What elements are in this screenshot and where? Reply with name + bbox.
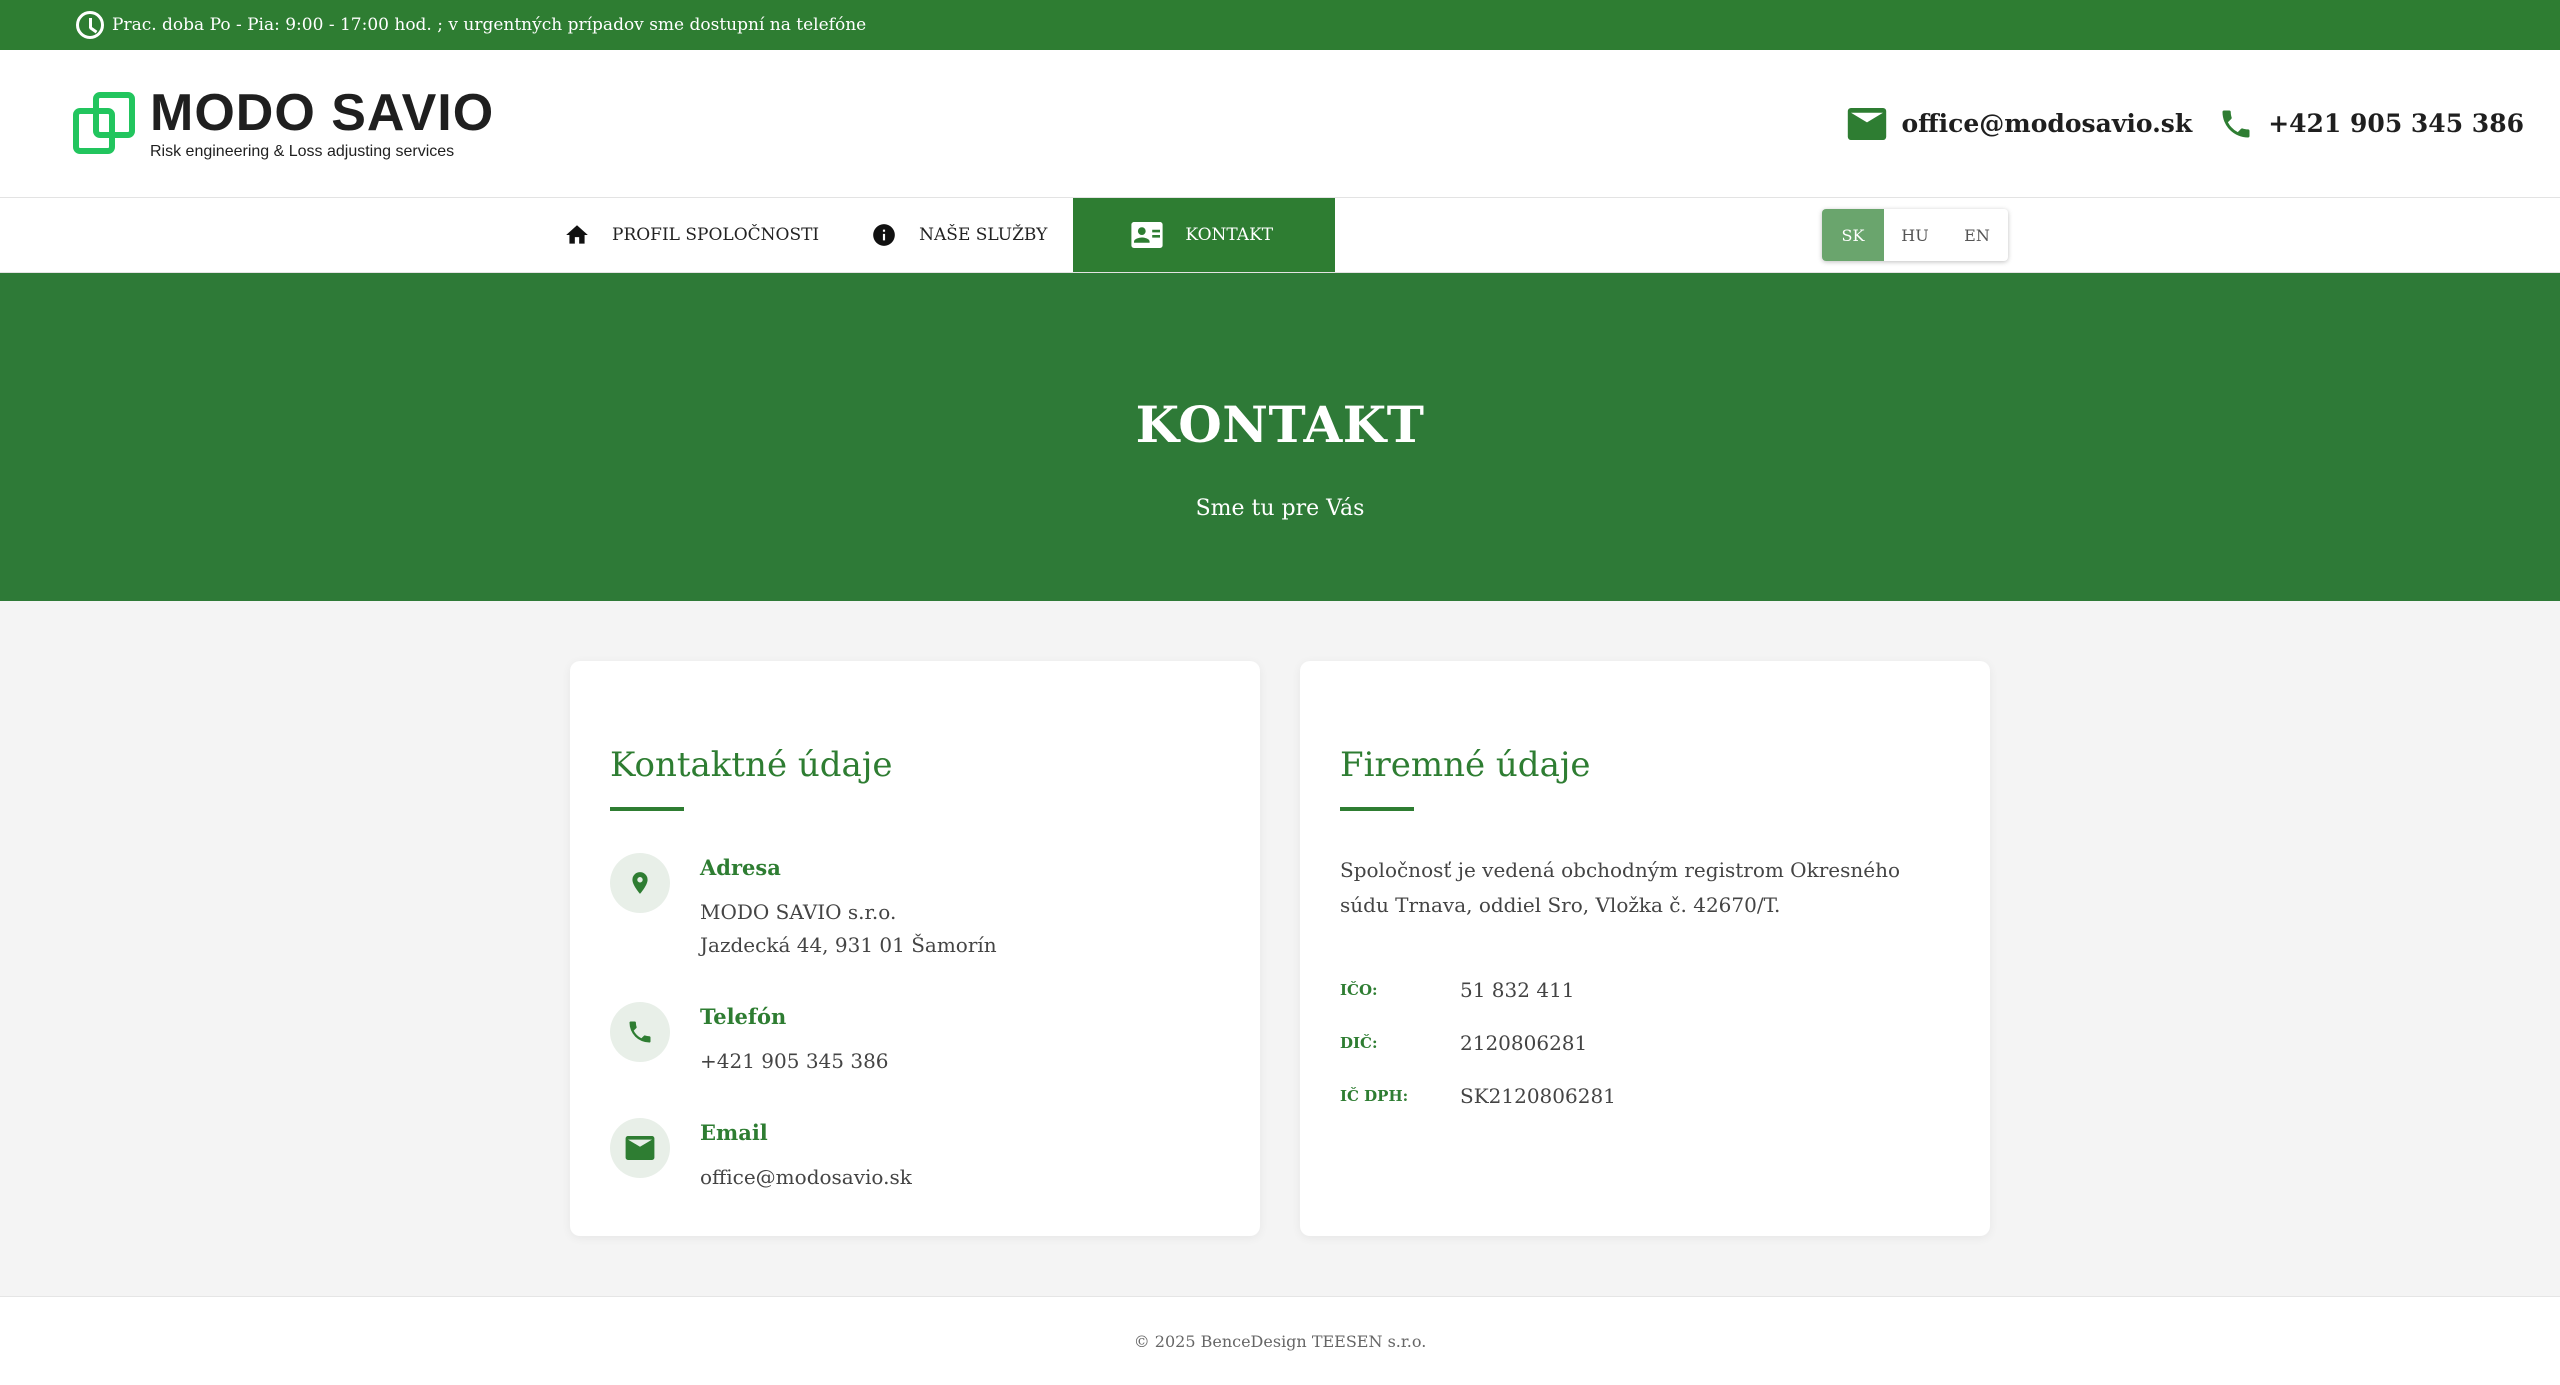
header-email-link[interactable]: office@modosavio.sk: [1847, 107, 2193, 140]
address-label: Adresa: [700, 855, 781, 880]
brand-name: MODO SAVIO: [150, 83, 495, 142]
clock-icon: [76, 11, 104, 39]
brand-logo[interactable]: MODO SAVIO Risk engineering & Loss adjus…: [72, 87, 494, 161]
company-details-card: Firemné údaje Spoločnosť je vedená obcho…: [1300, 661, 1990, 1236]
lang-sk-button[interactable]: SK: [1822, 209, 1884, 261]
nav-item-label: KONTAKT: [1185, 225, 1274, 245]
lang-hu-button[interactable]: HU: [1884, 209, 1946, 261]
top-info-bar: Prac. doba Po - Pia: 9:00 - 17:00 hod. ;…: [0, 0, 2560, 50]
main-navigation: PROFIL SPOLOČNOSTI NAŠE SLUŽBY KONTAKT S…: [0, 198, 2560, 273]
header-phone-link[interactable]: +421 905 345 386: [2218, 106, 2524, 142]
company-info-row: IČ DPH: SK2120806281: [1340, 1069, 1950, 1122]
info-key: IČO:: [1340, 980, 1378, 999]
info-value: 2120806281: [1460, 1030, 1588, 1055]
nav-item-label: NAŠE SLUŽBY: [919, 225, 1048, 245]
company-info-row: IČO: 51 832 411: [1340, 963, 1950, 1016]
mail-icon: [625, 1136, 655, 1160]
location-pin-icon: [632, 872, 648, 894]
site-footer: © 2025 BenceDesign TEESEN s.r.o.: [0, 1296, 2560, 1385]
address-line-1: MODO SAVIO s.r.o.: [700, 900, 897, 924]
lang-en-button[interactable]: EN: [1946, 209, 2008, 261]
copyright-text: © 2025 BenceDesign TEESEN s.r.o.: [1133, 1331, 1427, 1351]
info-icon: [873, 224, 895, 246]
phone-row: Telefón +421 905 345 386: [610, 1002, 1220, 1078]
page-title: KONTAKT: [1135, 395, 1425, 454]
email-row: Email office@modosavio.sk: [610, 1118, 1220, 1194]
header-phone: +421 905 345 386: [2268, 109, 2524, 138]
phone-label: Telefón: [700, 1004, 787, 1029]
mail-icon: [1848, 107, 1887, 140]
nav-item-sluzby[interactable]: NAŠE SLUŽBY: [845, 198, 1073, 272]
title-underline: [1340, 807, 1414, 811]
contact-details-card: Kontaktné údaje Adresa MODO SAVIO s.r.o.…: [570, 661, 1260, 1236]
nav-item-profil[interactable]: PROFIL SPOLOČNOSTI: [538, 198, 845, 272]
card-title: Firemné údaje: [1340, 745, 1591, 785]
email-value[interactable]: office@modosavio.sk: [700, 1161, 912, 1194]
company-description: Spoločnosť je vedená obchodným registrom…: [1340, 858, 1900, 917]
logo-mark-icon: [73, 91, 135, 154]
email-label: Email: [700, 1120, 768, 1145]
brand-tagline: Risk engineering & Loss adjusting servic…: [150, 142, 455, 160]
nav-item-kontakt[interactable]: KONTAKT: [1073, 198, 1336, 272]
contact-card-icon: [1131, 222, 1163, 248]
page-hero: KONTAKT Sme tu pre Vás: [0, 273, 2560, 601]
info-value: 51 832 411: [1460, 977, 1575, 1002]
company-info-row: DIČ: 2120806281: [1340, 1016, 1950, 1069]
page-subtitle: Sme tu pre Vás: [1195, 496, 1365, 521]
address-line-2: Jazdecká 44, 931 01 Šamorín: [700, 933, 997, 957]
info-value: SK2120806281: [1460, 1083, 1616, 1108]
nav-item-label: PROFIL SPOLOČNOSTI: [612, 225, 820, 245]
address-row: Adresa MODO SAVIO s.r.o. Jazdecká 44, 93…: [610, 853, 1220, 962]
site-header: MODO SAVIO Risk engineering & Loss adjus…: [0, 50, 2560, 198]
header-email: office@modosavio.sk: [1901, 109, 2193, 138]
language-switcher: SK HU EN: [1822, 209, 2008, 261]
info-key: IČ DPH:: [1340, 1086, 1409, 1105]
home-icon: [566, 225, 588, 244]
phone-value[interactable]: +421 905 345 386: [700, 1045, 889, 1078]
phone-icon: [2222, 110, 2250, 137]
working-hours-text: Prac. doba Po - Pia: 9:00 - 17:00 hod. ;…: [112, 15, 867, 35]
info-key: DIČ:: [1340, 1033, 1378, 1052]
card-title: Kontaktné údaje: [610, 745, 893, 785]
title-underline: [610, 807, 684, 811]
content-area: Kontaktné údaje Adresa MODO SAVIO s.r.o.…: [0, 601, 2560, 1299]
phone-icon: [629, 1021, 651, 1043]
